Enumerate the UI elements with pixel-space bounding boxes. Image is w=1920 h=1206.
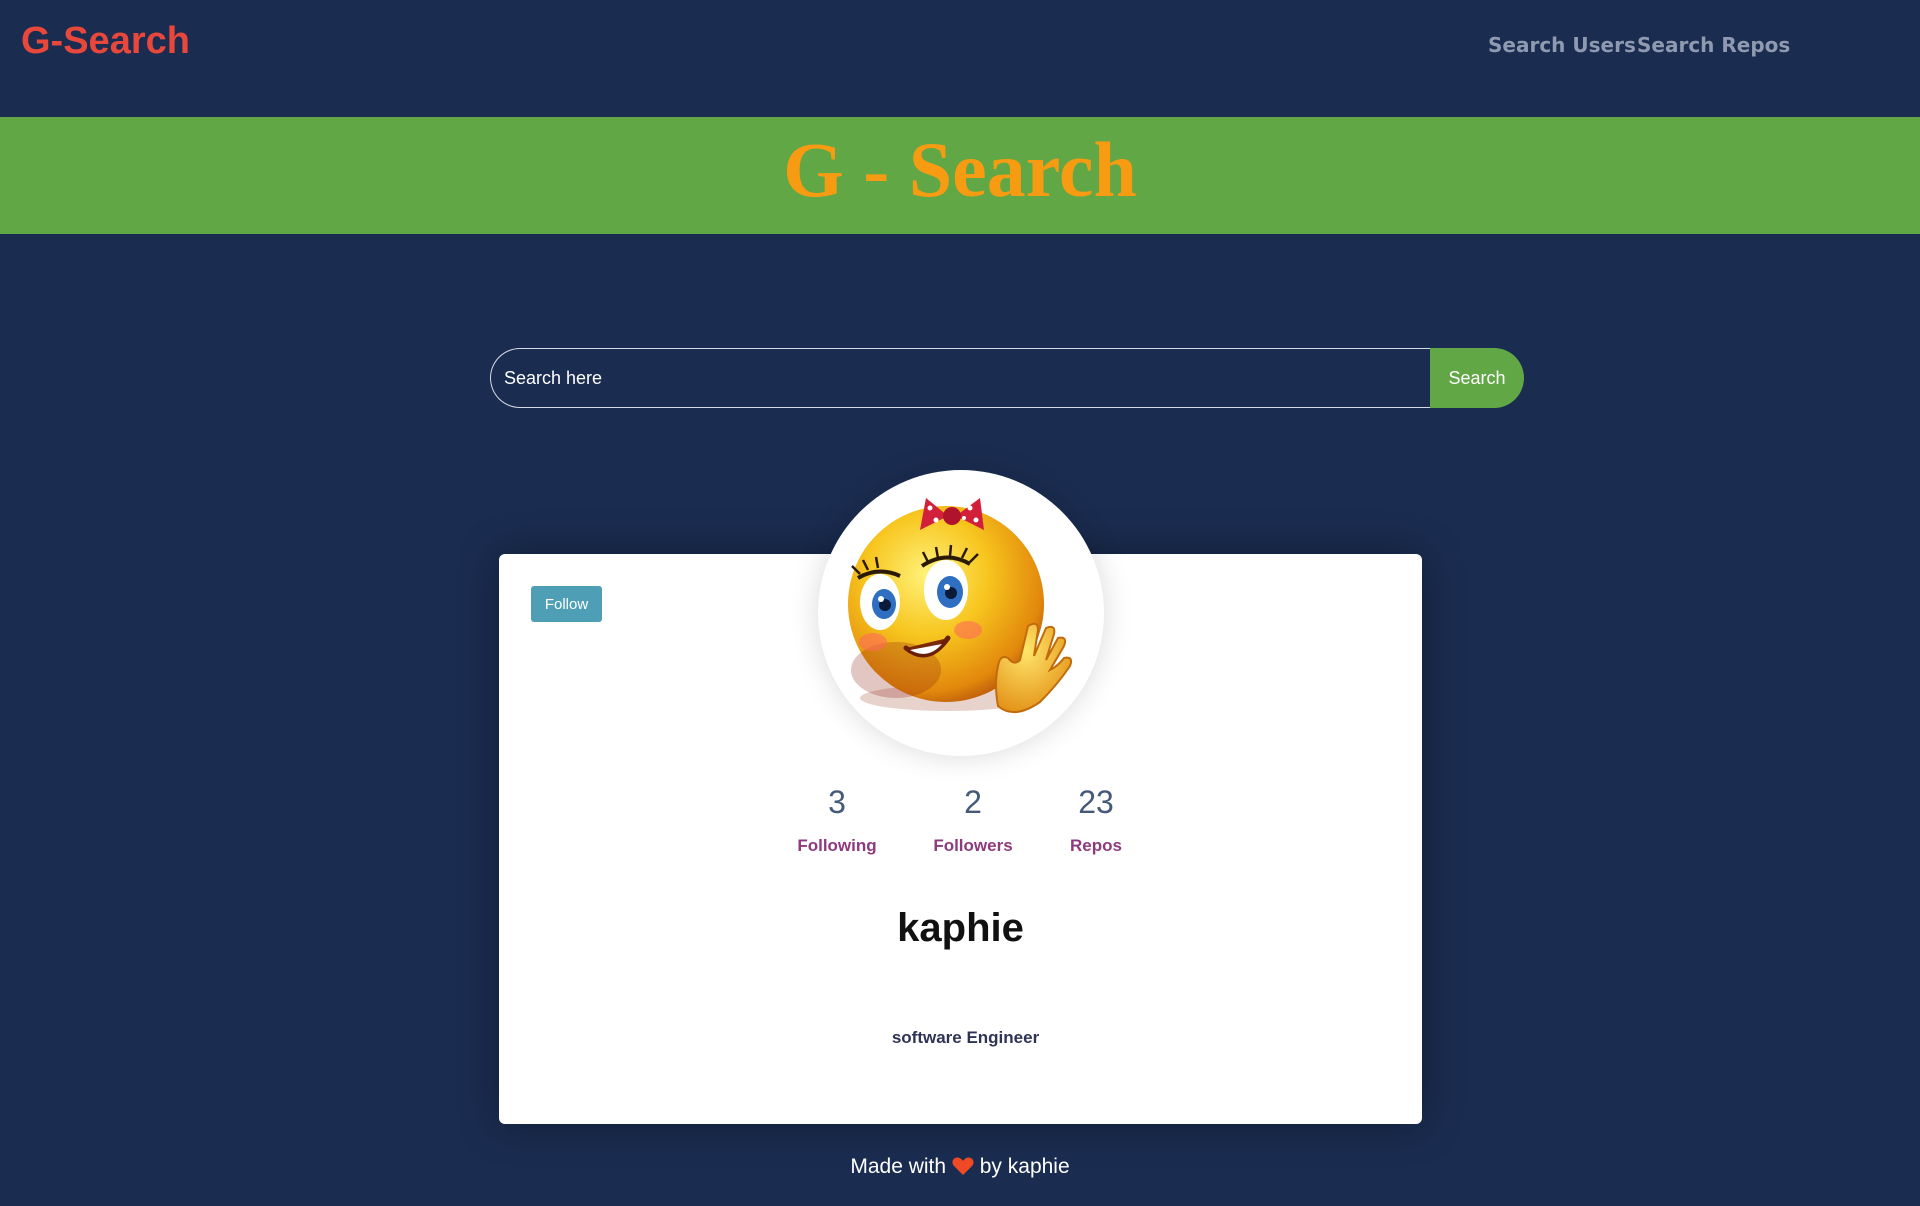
nav-link-search-repos[interactable]: Search Repos [1637, 33, 1790, 57]
repos-label: Repos [1070, 836, 1122, 855]
footer-suffix: by kaphie [979, 1155, 1070, 1178]
avatar [818, 470, 1104, 756]
follow-button[interactable]: Follow [531, 586, 602, 622]
heart-icon [952, 1157, 974, 1175]
search-bar: Search [490, 348, 1524, 408]
followers-count: 2 [964, 784, 982, 820]
following-label: Following [797, 836, 877, 855]
repos-count: 23 [1078, 784, 1114, 820]
profile-bio: software Engineer [891, 1028, 1040, 1047]
smiley-emoji-icon [848, 498, 1073, 713]
following-count: 3 [828, 784, 846, 820]
footer: Made with by kaphie [0, 1155, 1920, 1179]
navbar: G-Search Search Users Search Repos [0, 0, 1920, 117]
footer-prefix: Made with [850, 1155, 947, 1178]
profile-username: kaphie [897, 906, 1024, 950]
followers-label: Followers [933, 836, 1013, 855]
search-button[interactable]: Search [1430, 348, 1524, 408]
stat-following[interactable]: 3 Following [777, 786, 897, 856]
stat-repos[interactable]: 23 Repos [1036, 786, 1156, 856]
brand-logo-link[interactable]: G-Search [21, 20, 190, 63]
stat-followers[interactable]: 2 Followers [913, 786, 1033, 856]
nav-link-search-users[interactable]: Search Users [1488, 33, 1636, 57]
banner-title: G - Search [783, 126, 1137, 213]
search-input[interactable] [490, 348, 1430, 408]
